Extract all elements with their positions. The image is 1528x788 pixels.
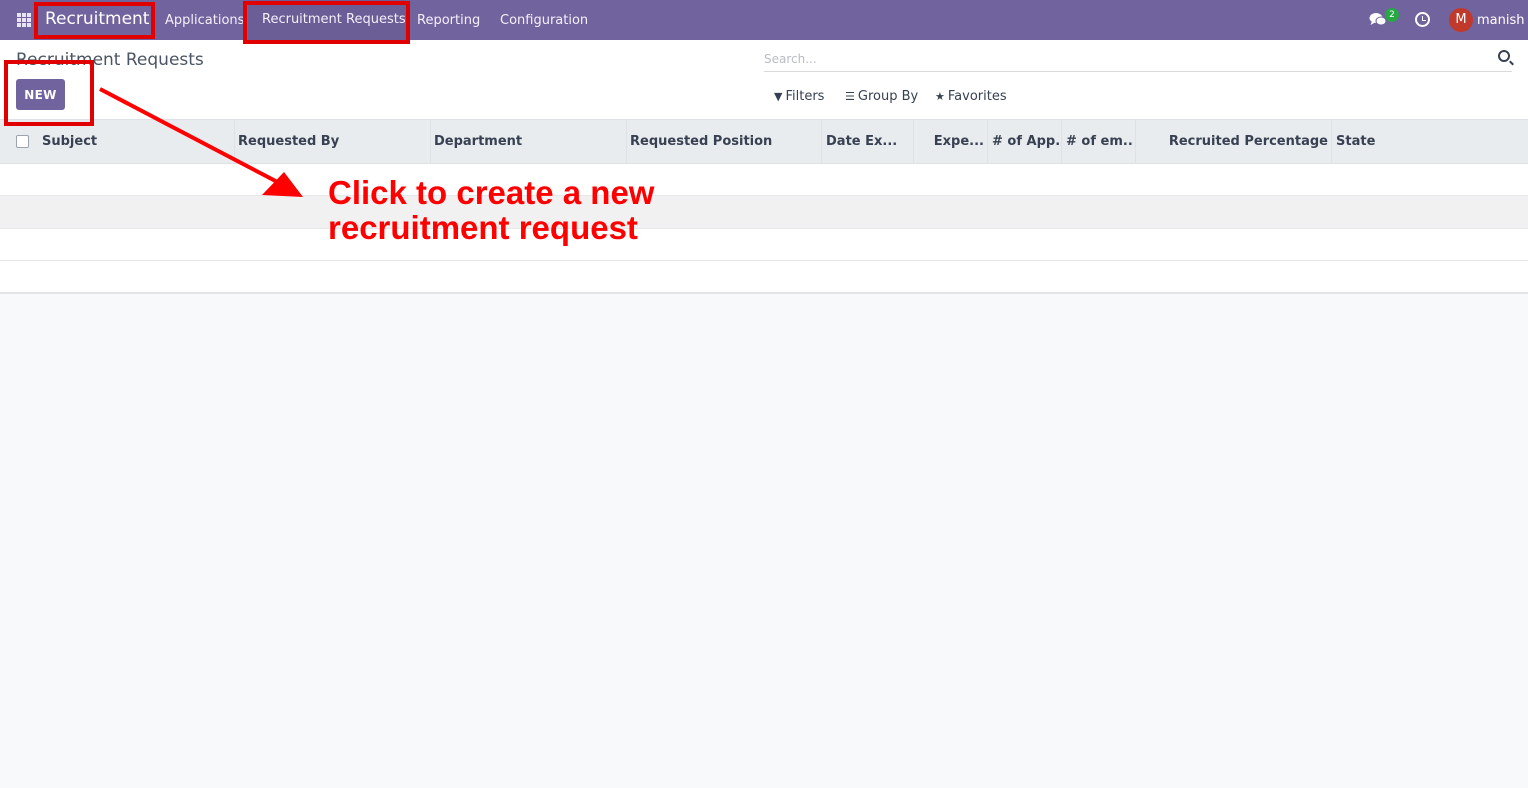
filters-button[interactable]: ▼ Filters — [774, 89, 824, 104]
select-all-checkbox[interactable] — [16, 135, 29, 148]
clock-icon[interactable] — [1415, 12, 1430, 27]
favorites-button[interactable]: ★ Favorites — [935, 89, 1007, 104]
group-by-label: Group By — [857, 89, 919, 104]
column-separator — [430, 120, 431, 164]
table-row — [0, 164, 1528, 196]
page-title: Recruitment Requests — [16, 50, 204, 70]
app-brand[interactable]: Recruitment — [45, 9, 149, 29]
table-row — [0, 229, 1528, 261]
column-separator — [987, 120, 988, 164]
list-header: Subject Requested By Department Requeste… — [0, 119, 1528, 164]
avatar[interactable]: M — [1449, 8, 1473, 32]
search-icon[interactable] — [1498, 50, 1510, 62]
column-separator — [626, 120, 627, 164]
column-separator — [1331, 120, 1332, 164]
menu-configuration[interactable]: Configuration — [500, 13, 588, 28]
table-row — [0, 196, 1528, 229]
menu-applications[interactable]: Applications — [165, 13, 244, 28]
column-employees[interactable]: # of em... — [1066, 120, 1132, 164]
username[interactable]: manish — [1477, 13, 1525, 28]
column-state[interactable]: State — [1336, 120, 1486, 164]
column-applications[interactable]: # of App... — [992, 120, 1059, 164]
column-separator — [821, 120, 822, 164]
menu-reporting[interactable]: Reporting — [417, 13, 480, 28]
control-panel: Recruitment Requests NEW ▼ Filters ☰ Gro… — [0, 40, 1528, 119]
filter-icon: ▼ — [774, 90, 783, 103]
column-separator — [234, 120, 235, 164]
column-separator — [913, 120, 914, 164]
new-button[interactable]: NEW — [16, 79, 65, 110]
annotation-text: Click to create a new recruitment reques… — [328, 174, 655, 246]
column-requested-position[interactable]: Requested Position — [630, 120, 818, 164]
apps-grid-icon[interactable] — [17, 13, 31, 27]
column-separator — [1135, 120, 1136, 164]
favorites-label: Favorites — [947, 89, 1007, 104]
column-date-expected[interactable]: Date Ex... — [826, 120, 910, 164]
table-row — [0, 261, 1528, 294]
top-navbar: Recruitment Applications Recruitment Req… — [0, 0, 1528, 40]
column-expected[interactable]: Expe... — [918, 120, 984, 164]
group-by-button[interactable]: ☰ Group By — [845, 89, 918, 104]
layers-icon: ☰ — [845, 90, 855, 103]
column-separator — [1061, 120, 1062, 164]
search-bar — [764, 48, 1512, 72]
menu-recruitment-requests[interactable]: Recruitment Requests — [248, 0, 406, 40]
search-input[interactable] — [764, 48, 1484, 70]
column-recruited-percentage[interactable]: Recruited Percentage — [1140, 120, 1328, 164]
column-subject[interactable]: Subject — [42, 120, 232, 164]
column-requested-by[interactable]: Requested By — [238, 120, 428, 164]
filters-label: Filters — [785, 89, 825, 104]
notification-badge: 2 — [1385, 8, 1399, 22]
column-department[interactable]: Department — [434, 120, 624, 164]
star-icon: ★ — [935, 90, 945, 103]
